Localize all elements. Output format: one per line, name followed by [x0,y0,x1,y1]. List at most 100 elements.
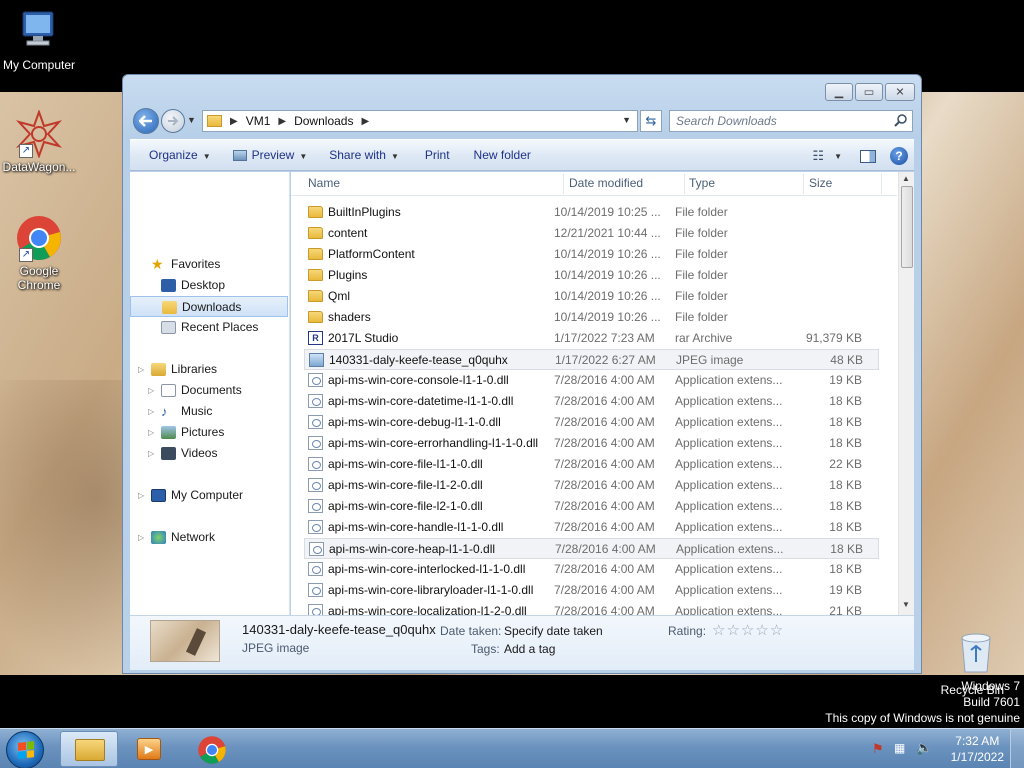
address-bar[interactable]: ▶ VM1 ▶ Downloads ▶ ▼ [202,110,638,132]
close-button[interactable]: ✕ [885,83,915,101]
nav-my-computer[interactable]: ▷ My Computer [130,485,288,506]
column-header-type[interactable]: Type [689,176,715,190]
file-row[interactable]: Plugins 10/14/2019 10:26 ... File folder [304,265,879,286]
file-row[interactable]: 140331-daly-keefe-tease_q0quhx 1/17/2022 … [304,349,879,370]
nav-videos[interactable]: ▷ Videos [130,443,288,464]
scrollbar-thumb[interactable] [901,186,913,268]
file-row[interactable]: api-ms-win-core-console-l1-1-0.dll 7/28/2… [304,370,879,391]
nav-downloads[interactable]: Downloads [130,296,288,317]
nav-desktop[interactable]: Desktop [130,275,288,296]
show-desktop-button[interactable] [1010,729,1024,768]
breadcrumb-vm1[interactable]: VM1 [246,114,271,128]
tags-value[interactable]: Add a tag [504,642,555,656]
nav-recent-places[interactable]: Recent Places [130,317,288,338]
desktop-icon-google-chrome[interactable]: ↗ Google Chrome [0,214,81,292]
taskbar-chrome-button[interactable] [182,731,240,767]
vertical-scrollbar[interactable]: ▲ ▼ [898,172,914,615]
file-row[interactable]: api-ms-win-core-interlocked-l1-1-0.dll 7/… [304,559,879,580]
date-taken-value[interactable]: Specify date taken [504,624,603,638]
organize-button[interactable]: Organize ▼ [140,143,220,167]
file-row[interactable]: api-ms-win-core-localization-l1-2-0.dll 7… [304,601,879,615]
nav-libraries[interactable]: ▷ Libraries [130,359,288,380]
tags-label: Tags: [471,642,500,656]
desktop-icon-datawagon[interactable]: ↗ DataWagon... [0,109,81,174]
file-row[interactable]: api-ms-win-core-file-l2-1-0.dll 7/28/2016… [304,496,879,517]
column-header-name[interactable]: Name [308,176,340,190]
start-button[interactable] [6,731,44,768]
expand-arrow-icon[interactable]: ▷ [148,443,154,464]
file-row[interactable]: BuiltInPlugins 10/14/2019 10:25 ... File f… [304,202,879,223]
search-input[interactable]: Search Downloads [669,110,913,132]
view-options-icon[interactable]: ☷ [812,148,824,164]
column-divider[interactable] [563,174,564,194]
network-status-icon[interactable]: ▦ [894,741,905,755]
rating-stars-icon[interactable]: ☆☆☆☆☆ [712,621,784,639]
file-row[interactable]: api-ms-win-core-file-l1-2-0.dll 7/28/2016… [304,475,879,496]
file-row[interactable]: api-ms-win-core-libraryloader-l1-1-0.dll… [304,580,879,601]
column-divider[interactable] [803,174,804,194]
file-row[interactable]: api-ms-win-core-datetime-l1-1-0.dll 7/28/… [304,391,879,412]
chevron-down-icon[interactable]: ▼ [834,152,842,161]
file-row[interactable]: Qml 10/14/2019 10:26 ... File folder [304,286,879,307]
expand-arrow-icon[interactable]: ▷ [138,485,144,506]
column-divider[interactable] [684,174,685,194]
preview-button[interactable]: Preview ▼ [224,143,317,167]
scroll-up-icon[interactable]: ▲ [902,174,910,183]
new-folder-button[interactable]: New folder [465,143,540,167]
breadcrumb-downloads[interactable]: Downloads [294,114,353,128]
file-row[interactable]: api-ms-win-core-heap-l1-1-0.dll 7/28/2016… [304,538,879,559]
volume-icon[interactable]: 🔈 [916,740,932,756]
taskbar-media-player-button[interactable]: ▶ [120,731,178,767]
minimize-button[interactable]: ▁ [825,83,853,101]
share-with-button[interactable]: Share with ▼ [320,143,408,167]
explorer-folder-icon [75,739,105,761]
scroll-down-icon[interactable]: ▼ [902,600,910,609]
column-header-date-modified[interactable]: Date modified [569,176,643,190]
file-type: Application extens... [675,499,783,513]
recent-pages-dropdown[interactable]: ▼ [187,115,196,125]
file-row[interactable]: api-ms-win-core-debug-l1-1-0.dll 7/28/201… [304,412,879,433]
file-row[interactable]: PlatformContent 10/14/2019 10:26 ... File … [304,244,879,265]
nav-network[interactable]: ▷ Network [130,527,288,548]
help-icon[interactable]: ? [890,147,908,165]
breadcrumb-separator-icon[interactable]: ▶ [361,116,369,127]
file-date-modified: 7/28/2016 4:00 AM [554,604,655,615]
nav-music[interactable]: ▷ ♪ Music [130,401,288,422]
file-date-modified: 7/28/2016 4:00 AM [554,499,655,513]
file-row[interactable]: shaders 10/14/2019 10:26 ... File folder [304,307,879,328]
refresh-button[interactable]: ⇆ [640,110,662,132]
print-button[interactable]: Print [416,143,459,167]
computer-icon [15,8,63,56]
music-icon: ♪ [161,404,168,419]
chevron-down-icon: ▼ [202,152,211,161]
expand-arrow-icon[interactable]: ▷ [138,359,144,380]
nav-documents[interactable]: ▷ Documents [130,380,288,401]
expand-arrow-icon[interactable]: ▷ [138,527,144,548]
maximize-button[interactable]: ▭ [855,83,883,101]
file-row[interactable]: R 2017L Studio 1/17/2022 7:23 AM rar Archiv… [304,328,879,349]
clock[interactable]: 7:32 AM 1/17/2022 [951,733,1004,765]
column-header-size[interactable]: Size [809,176,832,190]
file-row[interactable]: content 12/21/2021 10:44 ... File folder [304,223,879,244]
column-divider[interactable] [881,174,882,194]
preview-pane-icon[interactable] [860,149,876,163]
recycle-bin-icon[interactable] [946,630,1006,674]
breadcrumb-separator-icon[interactable]: ▶ [278,116,286,127]
expand-arrow-icon[interactable]: ▷ [148,380,154,401]
file-row[interactable]: api-ms-win-core-file-l1-1-0.dll 7/28/2016… [304,454,879,475]
taskbar-explorer-button[interactable] [60,731,118,767]
file-row[interactable]: api-ms-win-core-handle-l1-1-0.dll 7/28/20… [304,517,879,538]
search-icon[interactable] [894,113,908,127]
desktop-icon-my-computer[interactable]: My Computer [0,8,81,72]
expand-arrow-icon[interactable]: ▷ [148,401,154,422]
breadcrumb-separator-icon[interactable]: ▶ [230,116,238,127]
chevron-down-icon[interactable]: ▼ [622,115,631,125]
nav-pictures[interactable]: ▷ Pictures [130,422,288,443]
action-center-flag-icon[interactable]: ⚑ [872,741,884,757]
nav-favorites[interactable]: ★ Favorites [130,254,288,275]
expand-arrow-icon[interactable]: ▷ [148,422,154,443]
file-date-modified: 7/28/2016 4:00 AM [554,415,655,429]
back-button[interactable] [133,108,159,134]
file-row[interactable]: api-ms-win-core-errorhandling-l1-1-0.dll… [304,433,879,454]
forward-button[interactable] [161,109,185,133]
